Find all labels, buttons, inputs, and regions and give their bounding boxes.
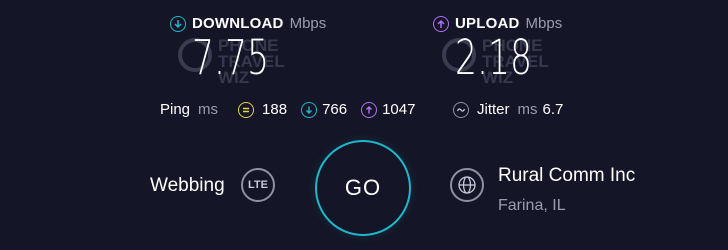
provider-location: Farina, IL (498, 197, 566, 214)
ping-label: Ping (160, 101, 191, 118)
ping-unit: ms (198, 101, 219, 118)
ping-upload-icon (361, 101, 378, 118)
ping-download-icon (301, 101, 318, 118)
ping-idle-icon (238, 101, 255, 118)
ping-download-value: 766 (322, 101, 348, 118)
jitter-value: 6.7 (542, 101, 564, 118)
jitter-label: Jitter (477, 101, 510, 118)
provider-name: Rural Comm Inc (498, 165, 636, 186)
download-value: 7.75 (192, 30, 269, 86)
jitter-unit: ms (517, 101, 538, 118)
jitter-icon (453, 101, 469, 118)
go-label: GO (344, 175, 382, 200)
ping-upload-value: 1047 (382, 101, 416, 118)
arrow-up-circle-icon (433, 15, 449, 32)
ping-row: Ping ms 188 766 1047 (160, 101, 415, 118)
globe-icon[interactable] (450, 168, 484, 202)
upload-value: 2.18 (455, 30, 532, 86)
ping-idle-value: 188 (262, 101, 288, 118)
go-button[interactable]: GO (315, 140, 411, 236)
connection-type-label: LTE (248, 179, 268, 191)
download-unit: Mbps (289, 15, 327, 32)
arrow-down-circle-icon (170, 15, 186, 32)
jitter-row: Jitter ms 6.7 (453, 101, 563, 118)
connection-name: Webbing (150, 175, 225, 196)
connection-type-badge[interactable]: LTE (241, 168, 275, 202)
